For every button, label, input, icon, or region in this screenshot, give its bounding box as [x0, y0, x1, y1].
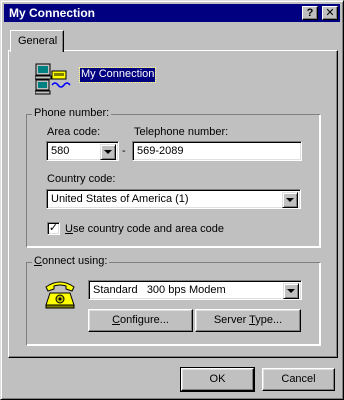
dialog-window: My Connection ? ✕ General My Connection … [0, 0, 344, 400]
area-code-value: 580 [51, 145, 70, 157]
tab-general[interactable]: General [10, 30, 64, 52]
use-country-area-label-text: se country code and area code [72, 223, 224, 235]
area-code-dropdown-button[interactable] [100, 144, 116, 160]
chevron-down-icon [104, 150, 112, 154]
help-button[interactable]: ? [302, 6, 318, 20]
tab-general-label: General [18, 35, 58, 47]
use-country-area-label-mnemonic: U [65, 223, 73, 235]
country-code-dropdown-button[interactable] [282, 192, 298, 208]
telephone-icon [45, 281, 75, 309]
server-type-button[interactable]: Server Type... [195, 309, 301, 332]
device-dropdown-button[interactable] [283, 283, 299, 299]
ok-label: OK [209, 373, 226, 385]
telephone-number-value: 569-2089 [137, 145, 184, 157]
chevron-down-icon [287, 289, 295, 293]
country-code-value: United States of America (1) [51, 193, 189, 205]
title-bar[interactable]: My Connection ? ✕ [4, 4, 340, 22]
cancel-label: Cancel [281, 373, 316, 385]
configure-mnemonic: C [112, 314, 121, 326]
connection-name[interactable]: My Connection [78, 67, 157, 83]
ok-button[interactable]: OK [180, 367, 255, 392]
connect-using-label-text: onnect using: [41, 255, 108, 267]
connect-using-mnemonic: C [34, 255, 42, 267]
country-code-combobox[interactable]: United States of America (1) [46, 189, 301, 209]
configure-label: onfigure... [120, 314, 169, 326]
telephone-number-label: Telephone number: [134, 126, 229, 138]
telephone-number-input[interactable]: 569-2089 [132, 141, 302, 161]
phone-separator: - [122, 145, 126, 157]
phone-number-group-label: Phone number: [32, 107, 112, 119]
country-code-label: Country code: [47, 173, 116, 185]
connect-using-group-label: Connect using: [32, 255, 110, 267]
use-country-area-label[interactable]: Use country code and area code [65, 223, 224, 235]
chevron-down-icon [286, 198, 294, 202]
server-type-label-after: ype... [255, 314, 283, 326]
device-combobox[interactable]: Standard 300 bps Modem [88, 280, 302, 300]
configure-button[interactable]: Configure... [88, 309, 193, 332]
computers-modem-icon [35, 63, 71, 95]
area-code-combobox[interactable]: 580 [46, 141, 119, 161]
window-title: My Connection [9, 6, 95, 20]
area-code-label: Area code: [47, 126, 101, 138]
server-type-label-before: Server [213, 314, 250, 326]
close-button[interactable]: ✕ [322, 6, 338, 20]
cancel-button[interactable]: Cancel [262, 368, 335, 391]
use-country-area-checkbox[interactable]: ✓ [47, 222, 60, 235]
device-value: Standard 300 bps Modem [93, 284, 226, 296]
checkmark-icon: ✓ [48, 222, 59, 234]
